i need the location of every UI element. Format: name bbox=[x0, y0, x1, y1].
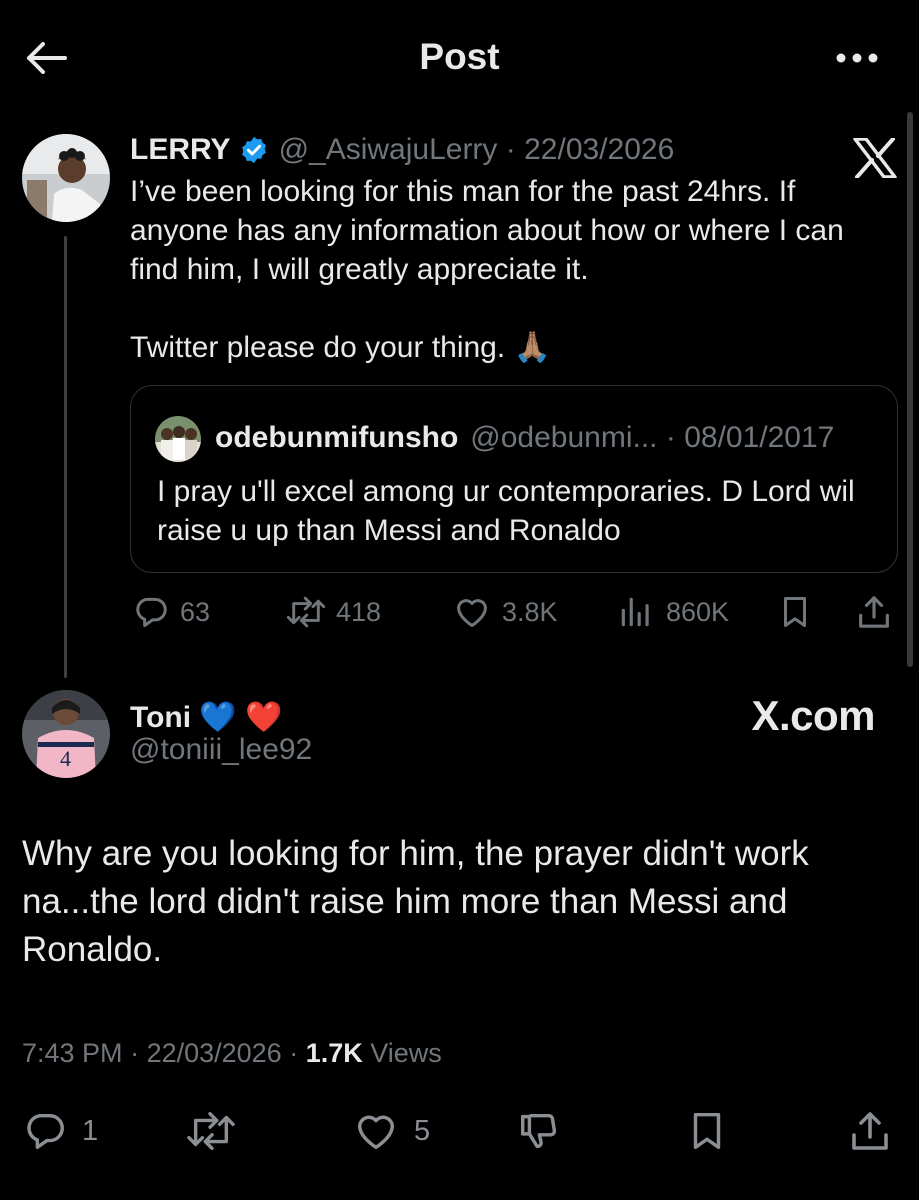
dislike-button[interactable] bbox=[516, 1106, 576, 1156]
like-count: 5 bbox=[414, 1114, 431, 1147]
views-count: 860K bbox=[666, 596, 730, 627]
reply-author-name[interactable]: Toni 💙 ❤️ bbox=[130, 697, 282, 737]
post-text: I’ve been looking for this man for the p… bbox=[130, 172, 900, 367]
dislike-icon bbox=[520, 1113, 557, 1149]
post-date[interactable]: 22/03/2026 bbox=[147, 1038, 282, 1068]
views-button[interactable]: 860K bbox=[616, 590, 729, 634]
reply-author-handle[interactable]: @toniii_lee92 bbox=[130, 733, 312, 767]
lerry-post-header: LERRY @_AsiwajuLerry · 22/03/2026 bbox=[130, 130, 674, 170]
thread-line bbox=[64, 236, 67, 678]
repost-icon bbox=[187, 1112, 235, 1150]
bookmark-icon bbox=[693, 1112, 721, 1150]
repost-button[interactable] bbox=[186, 1106, 250, 1156]
repost-count: 418 bbox=[336, 596, 382, 627]
reply-icon bbox=[136, 597, 167, 627]
post-text-paragraph-1: I’ve been looking for this man for the p… bbox=[130, 175, 853, 286]
like-icon bbox=[457, 599, 487, 627]
views-icon bbox=[621, 597, 649, 627]
like-count: 3.8K bbox=[502, 596, 558, 627]
reply-action-bar: 1 5 bbox=[0, 1106, 919, 1156]
post-time[interactable]: 7:43 PM bbox=[22, 1038, 123, 1068]
avatar-toni[interactable]: 4 bbox=[22, 690, 110, 778]
separator: · bbox=[122, 1038, 147, 1068]
more-icon bbox=[836, 53, 878, 63]
reply-text: Why are you looking for him, the prayer … bbox=[22, 834, 809, 969]
top-bar: Post bbox=[0, 0, 919, 112]
quoted-post-card[interactable]: odebunmifunsho @odebunmi... · 08/01/2017… bbox=[130, 385, 898, 573]
post-text-paragraph-2: Twitter please do your thing. 🙏🏽 bbox=[130, 331, 551, 364]
reply-button[interactable]: 63 bbox=[132, 590, 210, 634]
avatar-toni-image: 4 bbox=[22, 690, 110, 778]
avatar-lerry-image bbox=[22, 134, 110, 222]
post-date[interactable]: 22/03/2026 bbox=[524, 133, 674, 167]
bookmark-icon bbox=[783, 597, 807, 627]
separator: · bbox=[281, 1038, 306, 1068]
quoted-post-text: I pray u'll excel among ur contemporarie… bbox=[157, 475, 855, 547]
repost-icon bbox=[286, 596, 326, 628]
quoted-post-header: odebunmifunsho @odebunmi... · 08/01/2017 bbox=[215, 418, 834, 458]
avatar-odebunmifunsho-image bbox=[155, 416, 201, 462]
share-button[interactable] bbox=[854, 590, 904, 634]
page-title: Post bbox=[419, 36, 500, 77]
quoted-post-date: 08/01/2017 bbox=[684, 421, 835, 454]
quoted-author-name: odebunmifunsho bbox=[215, 421, 459, 454]
bookmark-button[interactable] bbox=[684, 1106, 744, 1156]
like-button[interactable]: 5 bbox=[352, 1106, 430, 1156]
quoted-author-handle: @odebunmi... bbox=[470, 421, 658, 454]
verified-badge-icon bbox=[239, 135, 269, 165]
author-handle[interactable]: @_AsiwajuLerry bbox=[279, 133, 498, 167]
views-label: Views bbox=[370, 1038, 442, 1068]
repost-button[interactable]: 418 bbox=[286, 590, 381, 634]
share-icon bbox=[852, 1112, 888, 1150]
avatar-odebunmifunsho bbox=[155, 416, 201, 462]
bookmark-button[interactable] bbox=[776, 590, 824, 634]
views-count: 1.7K bbox=[305, 1038, 363, 1068]
avatar-lerry[interactable] bbox=[22, 134, 110, 222]
x-com-watermark: X.com bbox=[751, 692, 875, 739]
reply-count: 63 bbox=[180, 596, 211, 627]
svg-text:4: 4 bbox=[60, 746, 71, 771]
reply-icon bbox=[27, 1113, 64, 1150]
author-name[interactable]: LERRY bbox=[130, 133, 231, 167]
more-button[interactable] bbox=[833, 40, 881, 76]
reply-button[interactable]: 1 bbox=[22, 1106, 98, 1156]
share-button[interactable] bbox=[846, 1106, 908, 1156]
separator: · bbox=[497, 133, 525, 166]
like-icon bbox=[357, 1115, 395, 1150]
post-meta: 7:43 PM · 22/03/2026 · 1.7K Views bbox=[22, 1038, 442, 1069]
separator: · bbox=[657, 421, 685, 454]
reply-count: 1 bbox=[82, 1114, 99, 1147]
like-button[interactable]: 3.8K bbox=[452, 590, 558, 634]
share-icon bbox=[859, 596, 889, 628]
scrollbar[interactable] bbox=[907, 112, 913, 667]
post-action-bar: 63 418 3.8K 860K bbox=[130, 590, 900, 634]
